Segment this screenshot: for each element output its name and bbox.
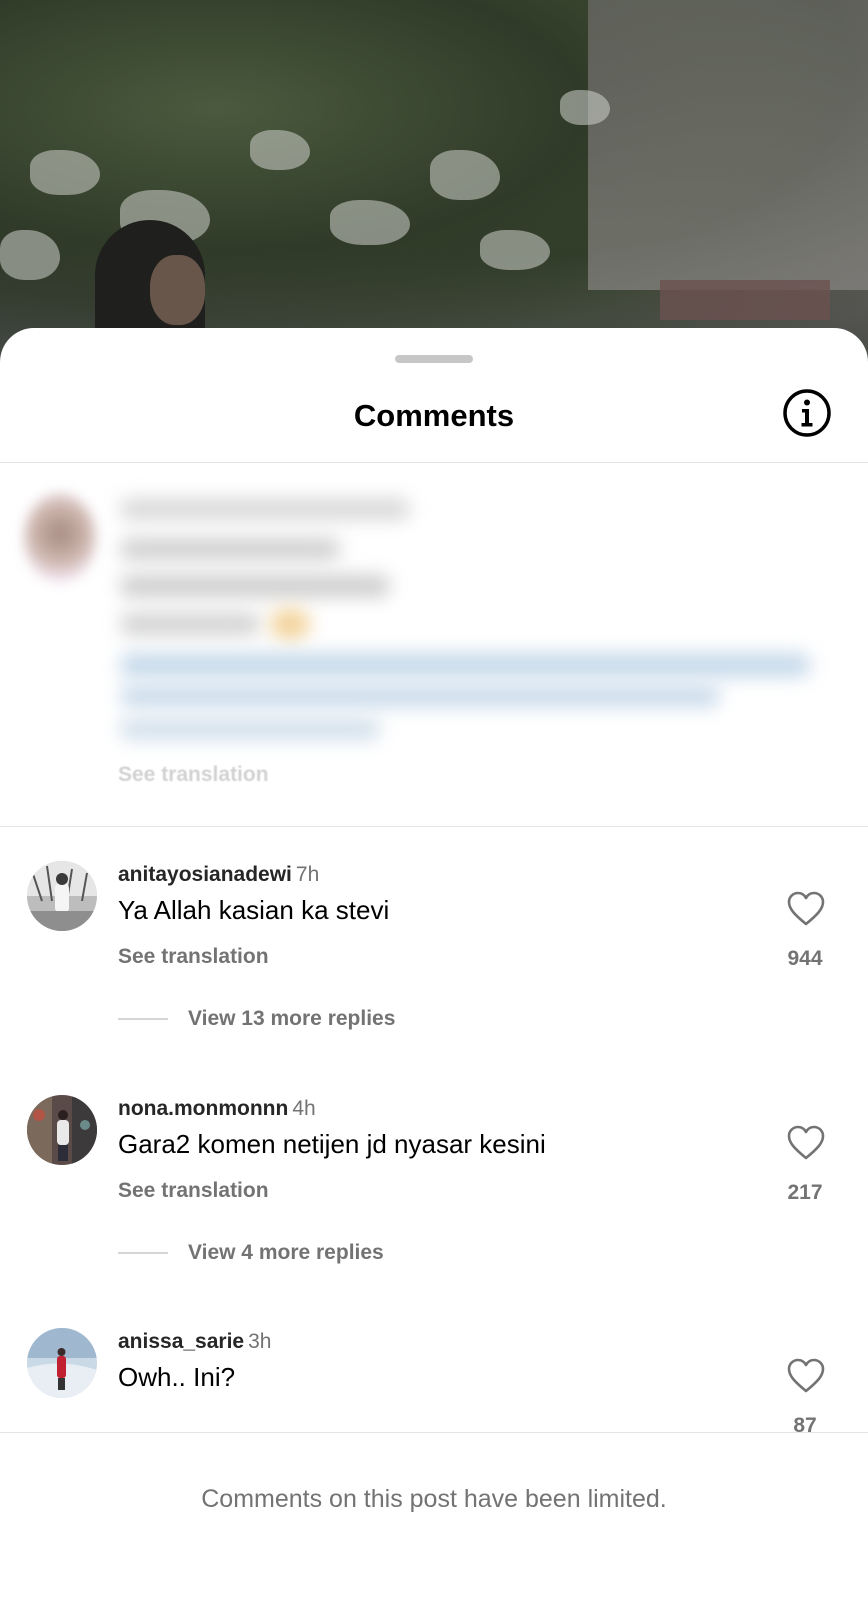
replies-line [118,1018,168,1020]
leaf-highlight [0,230,60,280]
see-translation-link[interactable]: See translation [118,763,269,787]
leaf-highlight [480,230,550,270]
avatar[interactable] [27,861,97,931]
building-roof [660,280,830,320]
like-count: 217 [787,1181,823,1204]
timestamp: 3h [248,1330,272,1353]
comment-text: Ya Allah kasian ka stevi [118,895,390,925]
like-count: 944 [787,947,823,970]
sheet-drag-handle[interactable] [395,355,473,363]
leaf-highlight [430,150,500,200]
comment-meta: anissa_sarie 3h [118,1330,271,1354]
comment-text: Owh.. Ini? [118,1362,236,1392]
heart-icon[interactable] [787,891,825,927]
avatar [24,493,96,583]
blurred-text-line [120,575,390,597]
see-translation-link[interactable]: See translation [118,1179,269,1203]
comment-meta: anitayosianadewi 7h [118,863,319,887]
view-replies-button[interactable]: View 13 more replies [118,1006,395,1032]
username[interactable]: anissa_sarie [118,1330,244,1353]
heart-icon[interactable] [787,1358,825,1394]
timestamp: 7h [295,863,320,886]
leaf-highlight [330,200,410,245]
comment-meta: nona.monmonnn 4h [118,1097,316,1121]
see-translation-link[interactable]: See translation [118,945,269,969]
view-replies-label: View 13 more replies [188,1007,396,1030]
person-face [150,255,205,325]
avatar[interactable] [27,1095,97,1165]
avatar[interactable] [27,1328,97,1398]
blurred-text-line [120,613,260,635]
blurred-text-line [120,685,720,707]
blurred-emoji [270,608,310,640]
comments-limited-footer: Comments on this post have been limited. [0,1432,868,1600]
leaf-highlight [30,150,100,195]
blurred-text-line [120,653,810,677]
username[interactable]: anitayosianadewi [118,863,292,886]
heart-icon[interactable] [787,1125,825,1161]
username[interactable]: nona.monmonnn [118,1097,288,1120]
leaf-highlight [560,90,610,125]
comments-sheet: Comments See translation anitayosianadew… [0,328,868,1600]
blurred-text-line [120,718,380,740]
blurred-username [120,498,410,520]
view-replies-label: View 4 more replies [188,1241,384,1264]
timestamp: 4h [292,1097,316,1120]
background-video [0,0,868,360]
leaf-highlight [250,130,310,170]
sky-area [588,0,868,290]
view-replies-button[interactable]: View 4 more replies [118,1240,384,1266]
comments-limited-notice: Comments on this post have been limited. [201,1485,667,1513]
info-circle-icon[interactable] [782,388,832,438]
blurred-pinned-comment: See translation [0,463,868,823]
comment-text: Gara2 komen netijen jd nyasar kesini [118,1129,546,1159]
sheet-title: Comments [353,398,515,433]
replies-line [118,1252,168,1254]
pinned-divider [0,826,868,827]
blurred-text-line [120,538,340,560]
